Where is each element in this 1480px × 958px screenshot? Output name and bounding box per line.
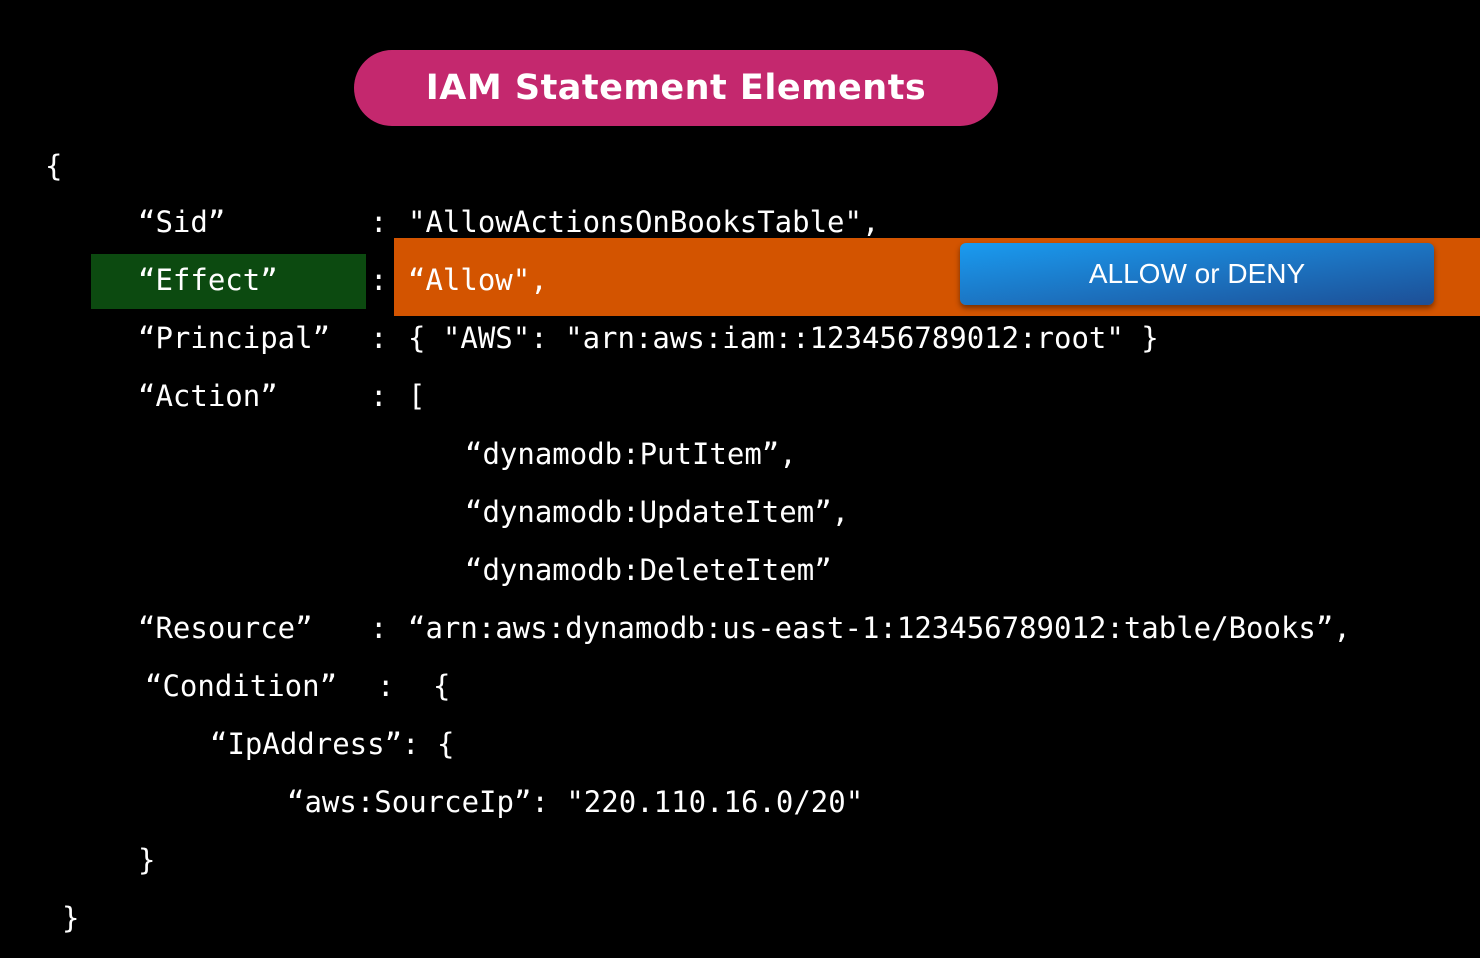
condition-colon: : — [377, 669, 395, 703]
action-item: “dynamodb:UpdateItem”, — [465, 495, 850, 529]
resource-value: “arn:aws:dynamodb:us-east-1:123456789012… — [408, 611, 1351, 645]
condition-close-brace: } — [138, 843, 156, 877]
action-item: “dynamodb:DeleteItem” — [465, 553, 832, 587]
sid-key: “Sid” — [138, 205, 226, 239]
condition-key: “Condition” — [145, 669, 338, 703]
resource-colon: : — [370, 611, 388, 645]
close-brace: } — [62, 901, 80, 935]
principal-colon: : — [370, 321, 388, 355]
sid-colon: : — [370, 205, 388, 239]
condition-open-brace: { — [433, 669, 451, 703]
action-key: “Action” — [138, 379, 278, 413]
slide: IAM Statement Elements ALLOW or DENY { “… — [0, 0, 1480, 958]
effect-value: “Allow", — [408, 263, 548, 297]
principal-value: { "AWS": "arn:aws:iam::123456789012:root… — [408, 321, 1159, 355]
action-colon: : — [370, 379, 388, 413]
effect-key: “Effect” — [138, 263, 278, 297]
callout-label: ALLOW or DENY — [1088, 258, 1306, 289]
sid-value: "AllowActionsOnBooksTable", — [408, 205, 880, 239]
slide-title: IAM Statement Elements — [425, 68, 927, 108]
action-item: “dynamodb:PutItem”, — [465, 437, 797, 471]
principal-key: “Principal” — [138, 321, 331, 355]
ipaddress-line: “IpAddress”: { — [210, 727, 455, 761]
sourceip-line: “aws:SourceIp”: "220.110.16.0/20" — [287, 785, 864, 819]
open-brace: { — [45, 149, 63, 183]
resource-key: “Resource” — [138, 611, 313, 645]
effect-colon: : — [370, 263, 388, 297]
title-banner: IAM Statement Elements — [354, 50, 998, 126]
action-open-bracket: [ — [408, 379, 426, 413]
allow-deny-callout: ALLOW or DENY — [960, 243, 1434, 305]
